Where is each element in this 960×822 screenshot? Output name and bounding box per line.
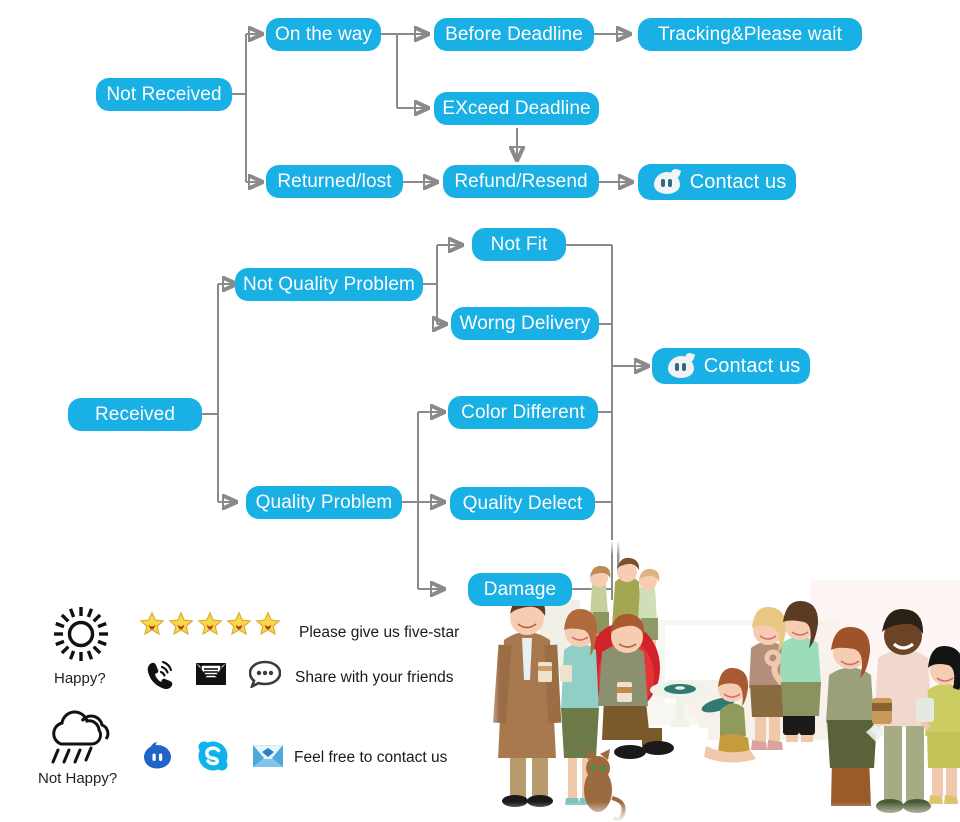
node-label: Returned/lost <box>277 170 392 192</box>
sun-icon <box>54 607 108 661</box>
trademanager-icon <box>667 351 695 379</box>
node-label: Not Quality Problem <box>243 273 415 295</box>
flowchart-canvas: Not Received On the way Before Deadline … <box>0 0 960 822</box>
not-happy-label: Not Happy? <box>38 770 118 787</box>
share-icons[interactable] <box>143 659 281 689</box>
email-icon[interactable] <box>251 742 285 770</box>
chat-bubble-icon[interactable] <box>249 660 281 688</box>
share-text: Share with your friends <box>295 669 454 686</box>
contact-text: Feel free to contact us <box>294 749 448 766</box>
node-label: On the way <box>274 23 373 45</box>
node-label: Contact us <box>703 354 801 377</box>
trademanager-icon[interactable] <box>143 741 175 771</box>
rain-cloud-icon <box>51 710 110 764</box>
contact-icons[interactable] <box>143 740 285 772</box>
node-label: Worng Delivery <box>459 312 591 334</box>
star-icon[interactable] <box>226 611 252 637</box>
node-not-fit[interactable]: Not Fit <box>472 228 566 261</box>
node-exceed-deadline[interactable]: EXceed Deadline <box>434 92 599 125</box>
node-label: Refund/Resend <box>454 170 588 192</box>
node-label: Contact us <box>689 170 787 193</box>
node-label: Damage <box>483 578 557 600</box>
node-tracking-please-wait[interactable]: Tracking&Please wait <box>638 18 862 51</box>
star-icon[interactable] <box>255 611 281 637</box>
five-star-icons[interactable] <box>139 611 284 637</box>
node-contact-us-bottom[interactable]: Contact us <box>652 348 810 384</box>
node-label: Quality Delect <box>462 492 583 514</box>
node-before-deadline[interactable]: Before Deadline <box>434 18 594 51</box>
node-received[interactable]: Received <box>68 398 202 431</box>
node-label: Not Fit <box>490 233 548 255</box>
node-quality-problem[interactable]: Quality Problem <box>246 486 402 519</box>
envelope-icon[interactable] <box>195 661 227 687</box>
star-icon[interactable] <box>139 611 165 637</box>
node-not-received[interactable]: Not Received <box>96 78 232 111</box>
star-icon[interactable] <box>197 611 223 637</box>
skype-icon[interactable] <box>197 740 229 772</box>
node-returned-lost[interactable]: Returned/lost <box>266 165 403 198</box>
node-not-quality-problem[interactable]: Not Quality Problem <box>235 268 423 301</box>
trademanager-icon <box>653 167 681 195</box>
five-star-text: Please give us five-star <box>299 624 460 641</box>
node-label: Before Deadline <box>445 23 583 45</box>
node-quality-delect[interactable]: Quality Delect <box>450 487 595 520</box>
phone-icon[interactable] <box>143 659 173 689</box>
node-label: Color Different <box>461 401 585 423</box>
node-worng-delivery[interactable]: Worng Delivery <box>451 307 599 340</box>
node-label: EXceed Deadline <box>442 97 591 119</box>
node-color-different[interactable]: Color Different <box>448 396 598 429</box>
node-damage[interactable]: Damage <box>468 573 572 606</box>
node-on-the-way[interactable]: On the way <box>266 18 381 51</box>
star-icon[interactable] <box>168 611 194 637</box>
happy-label: Happy? <box>54 670 106 687</box>
node-label: Tracking&Please wait <box>658 23 842 45</box>
node-label: Quality Problem <box>255 491 393 513</box>
node-refund-resend[interactable]: Refund/Resend <box>443 165 599 198</box>
node-label: Received <box>94 403 175 425</box>
node-label: Not Received <box>106 83 222 105</box>
node-contact-us-top[interactable]: Contact us <box>638 164 796 200</box>
